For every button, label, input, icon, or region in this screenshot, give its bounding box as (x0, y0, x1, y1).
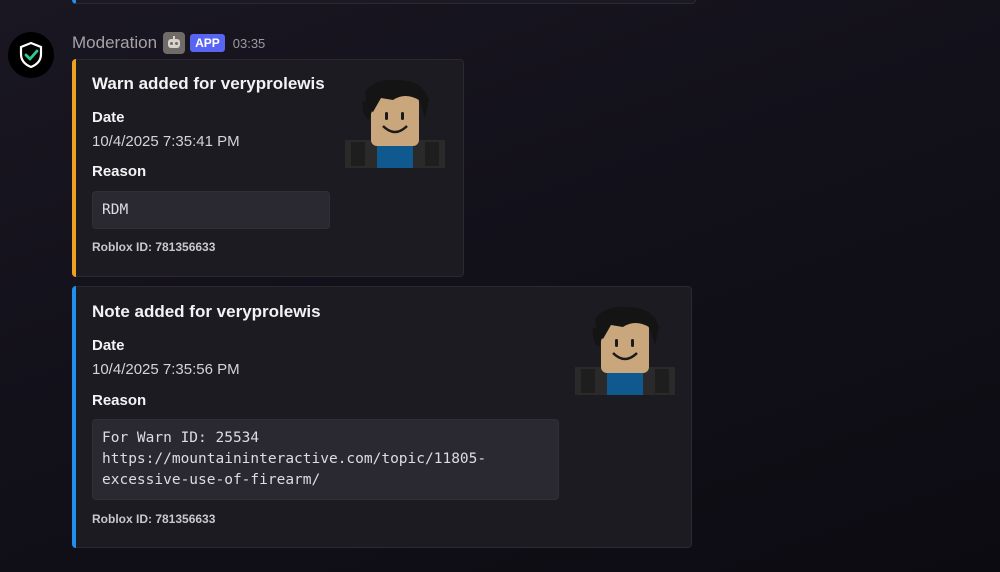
timestamp[interactable]: 03:35 (233, 36, 266, 51)
field-value-date: 10/4/2025 7:35:56 PM (92, 361, 240, 378)
bot-avatar[interactable] (8, 32, 54, 78)
field-value-date: 10/4/2025 7:35:41 PM (92, 133, 240, 150)
reason-code-block: For Warn ID: 25534 https://mountaininter… (92, 419, 559, 500)
reason-code-block: RDM (92, 191, 330, 229)
warn-embed: Warn added for veryprolewis Date 10/4/20… (72, 59, 464, 277)
author-name[interactable]: Moderation (72, 33, 157, 53)
note-embed: Note added for veryprolewis Date 10/4/20… (72, 286, 692, 548)
roblox-avatar-thumbnail[interactable] (345, 78, 445, 168)
embed-title: Note added for veryprolewis (92, 302, 321, 321)
message-header: Moderation APP 03:35 (72, 31, 265, 55)
embed-footer: Roblox ID: 781356633 (92, 512, 216, 526)
field-name-date: Date (92, 109, 125, 126)
embed-title: Warn added for veryprolewis (92, 74, 325, 93)
shield-check-icon (19, 41, 43, 69)
roblox-avatar-thumbnail[interactable] (575, 305, 675, 395)
field-name-reason: Reason (92, 392, 147, 409)
robot-icon (163, 32, 186, 54)
app-badge: APP (190, 34, 225, 52)
embed-footer: Roblox ID: 781356633 (92, 240, 216, 254)
field-name-date: Date (92, 337, 125, 354)
field-name-reason: Reason (92, 163, 147, 180)
previous-embed-edge (72, 0, 696, 4)
